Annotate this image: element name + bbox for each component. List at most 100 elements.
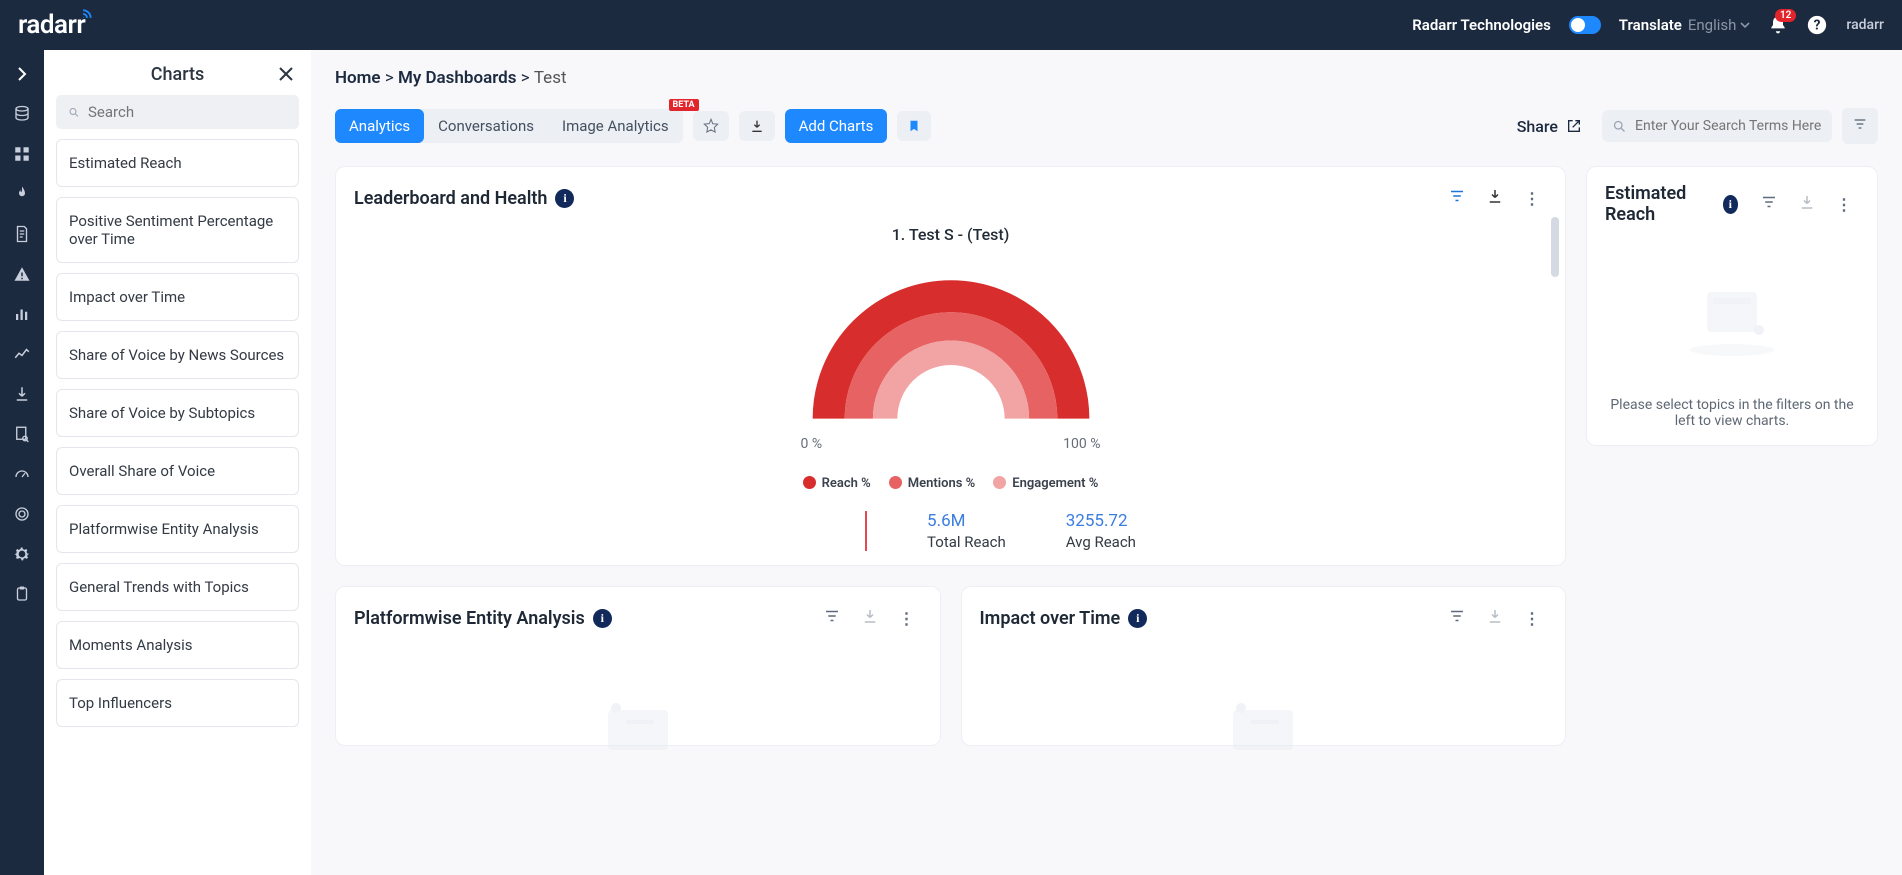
company-name: Radarr Technologies [1412,16,1551,34]
search-doc-icon [13,425,31,443]
leaderboard-card: Leaderboard and Health i ⋮ 1. Test S - (… [335,166,1566,566]
tab-conversations[interactable]: Conversations [424,109,548,143]
rail-data-icon[interactable] [10,102,34,126]
translate-toggle[interactable] [1569,16,1601,34]
card-filter-button[interactable] [1442,603,1472,633]
rail-gear-icon[interactable] [10,542,34,566]
rail-doc-icon[interactable] [10,222,34,246]
stat-avg-reach: 3255.72 Avg Reach [1066,511,1136,551]
legend-dot-icon [803,476,816,489]
legend-label: Mentions % [908,476,976,491]
card-more-button[interactable]: ⋮ [1518,605,1547,632]
rail-download-icon[interactable] [10,382,34,406]
legend-dot-icon [889,476,902,489]
gauge-min-label: 0 % [801,436,823,452]
logo[interactable]: radarr [18,10,85,40]
gauge-icon [13,465,31,483]
star-button[interactable] [693,111,729,141]
tab-image-analytics[interactable]: Image Analytics BETA [548,109,683,143]
breadcrumb-home[interactable]: Home [335,68,381,88]
breadcrumb-my-dashboards[interactable]: My Dashboards [398,68,517,88]
search-icon [68,105,80,120]
card-download-button[interactable] [1480,603,1510,633]
card-download-button[interactable] [1480,183,1510,213]
info-icon[interactable]: i [1723,195,1738,214]
card-download-button[interactable] [1792,189,1822,219]
charts-panel-close[interactable] [277,64,295,88]
chart-list-item[interactable]: Positive Sentiment Percentage over Time [56,197,299,263]
chart-list-item[interactable]: Share of Voice by Subtopics [56,389,299,437]
chart-list-item[interactable]: Impact over Time [56,273,299,321]
card-filter-button[interactable] [817,603,847,633]
rail-searchdoc-icon[interactable] [10,422,34,446]
card-more-button[interactable]: ⋮ [1830,191,1859,218]
rail-dashboard-icon[interactable] [10,142,34,166]
card-filter-button[interactable] [1754,189,1784,219]
filter-icon [1760,193,1778,211]
charts-search-input[interactable] [88,103,287,121]
breadcrumb: Home > My Dashboards > Test [335,68,1878,88]
download-icon [749,118,765,134]
share-icon [1566,118,1582,134]
help-button[interactable]: ? [1806,14,1828,36]
language-select[interactable]: English [1688,16,1751,34]
target-icon [13,505,31,523]
empty-illustration-icon [984,665,1544,785]
rail-speed-icon[interactable] [10,462,34,486]
add-charts-button[interactable]: Add Charts [785,109,888,143]
info-icon[interactable]: i [593,609,612,628]
filter-icon [1852,116,1868,132]
empty-state: Please select topics in the filters on t… [1605,237,1859,429]
info-icon[interactable]: i [1128,609,1147,628]
stat-total-reach: 5.6M Total Reach [927,511,1006,551]
top-bar: radarr Radarr Technologies Translate Eng… [0,0,1902,50]
charts-search-box[interactable] [56,95,299,129]
filter-button[interactable] [1842,108,1878,144]
chart-list: Estimated Reach Positive Sentiment Perce… [56,139,299,727]
rail-clipboard-icon[interactable] [10,582,34,606]
bookmark-button[interactable] [897,111,931,141]
share-button[interactable]: Share [1517,117,1582,136]
scrollbar[interactable] [1551,217,1559,277]
card-filter-button[interactable] [1442,183,1472,213]
download-button[interactable] [739,111,775,141]
notification-badge: 12 [1775,9,1796,22]
stat-label: Total Reach [927,533,1006,551]
rail-line-icon[interactable] [10,342,34,366]
warning-icon [13,265,31,283]
leaderboard-subtitle: 1. Test S - (Test) [354,225,1547,244]
card-download-button[interactable] [855,603,885,633]
small-logo[interactable]: radarr [1846,17,1884,33]
chart-list-item[interactable]: Moments Analysis [56,621,299,669]
translate-text: Translate [1619,16,1682,34]
search-terms-box[interactable] [1602,110,1832,142]
chart-list-item[interactable]: General Trends with Topics [56,563,299,611]
stat-value: 5.6M [927,511,1006,531]
download-icon [13,385,31,403]
rail-target-icon[interactable] [10,502,34,526]
line-chart-icon [13,345,31,363]
charts-panel: Charts Estimated Reach Positive Sentimen… [44,50,311,875]
estimated-reach-card: Estimated Reach i ⋮ Please select topics… [1586,166,1878,446]
tab-analytics[interactable]: Analytics [335,109,424,143]
card-more-button[interactable]: ⋮ [893,605,922,632]
chart-list-item[interactable]: Overall Share of Voice [56,447,299,495]
expand-rail-button[interactable] [10,62,34,86]
rail-trending-icon[interactable] [10,182,34,206]
notification-bell[interactable]: 12 [1768,15,1788,35]
search-terms-input[interactable] [1635,118,1822,134]
grid-icon [13,145,31,163]
rail-bars-icon[interactable] [10,302,34,326]
search-icon [1612,119,1627,134]
rail-alert-icon[interactable] [10,262,34,286]
legend-mentions: Mentions % [889,476,976,491]
chart-list-item[interactable]: Share of Voice by News Sources [56,331,299,379]
gauge-max-label: 100 % [1063,436,1100,452]
chart-list-item[interactable]: Platformwise Entity Analysis [56,505,299,553]
legend-label: Reach % [822,476,871,491]
card-title: Platformwise Entity Analysis [354,608,585,629]
info-icon[interactable]: i [555,189,574,208]
chart-list-item[interactable]: Top Influencers [56,679,299,727]
chart-list-item[interactable]: Estimated Reach [56,139,299,187]
card-more-button[interactable]: ⋮ [1518,185,1547,212]
